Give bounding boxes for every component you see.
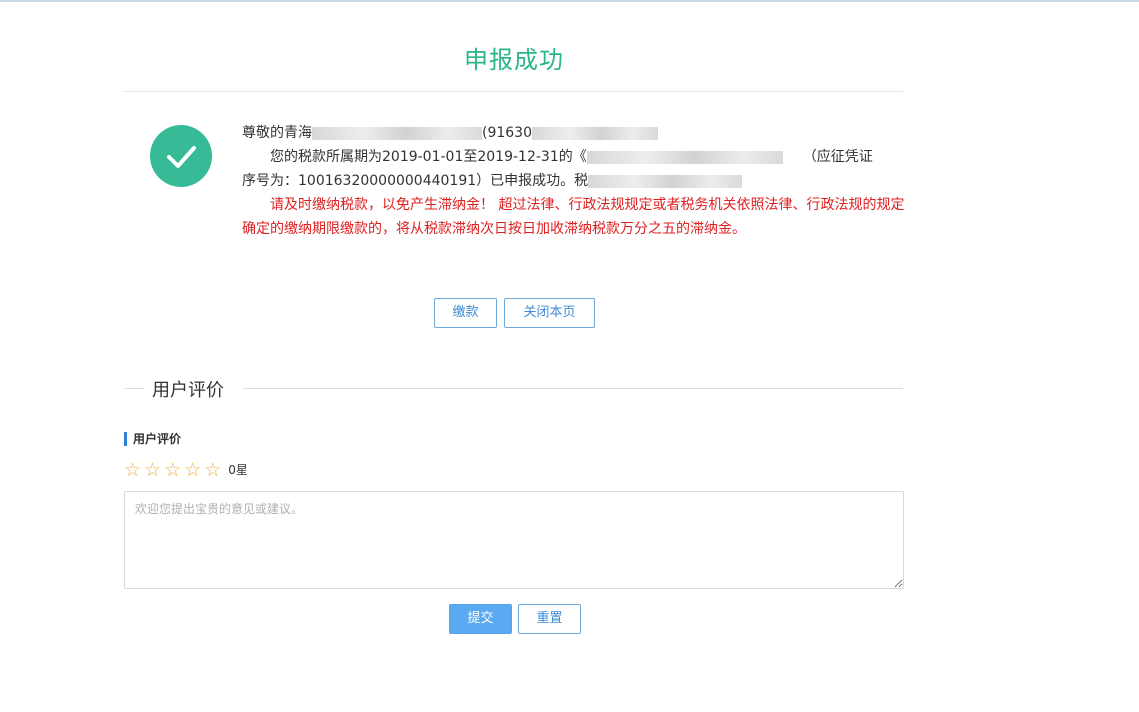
title-divider <box>123 91 903 92</box>
check-circle-icon <box>150 125 212 187</box>
star-icon[interactable]: ☆ <box>164 459 181 481</box>
greeting-prefix: 尊敬的青海 <box>242 125 312 141</box>
star-icon[interactable]: ☆ <box>144 459 161 481</box>
star-rating: ☆ ☆ ☆ ☆ ☆ 0星 <box>124 459 248 481</box>
period-line: 您的税款所属期为2019-01-01至2019-12-31的《 （应征凭证 <box>242 145 914 169</box>
declaration-message: 尊敬的青海 (91630 您的税款所属期为2019-01-01至2019-12-3… <box>242 121 914 241</box>
redacted-form-name <box>586 150 783 164</box>
submit-button[interactable]: 提交 <box>449 604 512 634</box>
star-icon[interactable]: ☆ <box>204 459 221 481</box>
late-fee-warning: 请及时缴纳税款，以免产生滞纳金！ 超过法律、行政法规规定或者税务机关依照法律、行… <box>242 197 905 237</box>
star-icon[interactable]: ☆ <box>124 459 141 481</box>
comment-textarea[interactable] <box>124 491 904 589</box>
voucher-text: 序号为：10016320000000440191）已申报成功。税 <box>242 173 589 189</box>
top-border <box>0 0 1139 2</box>
section-divider-left <box>124 388 144 389</box>
redacted-tax-id <box>532 126 658 140</box>
reset-button[interactable]: 重置 <box>518 604 581 634</box>
page-title: 申报成功 <box>464 46 564 74</box>
greeting-line: 尊敬的青海 (91630 <box>242 121 914 145</box>
star-icon[interactable]: ☆ <box>184 459 201 481</box>
close-page-button[interactable]: 关闭本页 <box>504 298 595 328</box>
pay-button[interactable]: 缴款 <box>434 298 497 328</box>
period-text: 您的税款所属期为2019-01-01至2019-12-31的《 <box>270 149 587 165</box>
redacted-company-name <box>312 126 482 140</box>
review-section-title: 用户评价 <box>152 380 224 401</box>
star-count: 0星 <box>228 463 248 477</box>
voucher-line: 序号为：10016320000000440191）已申报成功。税 <box>242 169 914 193</box>
redacted-tax-amount <box>588 174 743 188</box>
review-label: 用户评价 <box>124 432 181 446</box>
greeting-code-prefix: (91630 <box>482 125 532 141</box>
period-suffix: （应征凭证 <box>802 149 873 165</box>
section-divider-right <box>243 388 903 389</box>
